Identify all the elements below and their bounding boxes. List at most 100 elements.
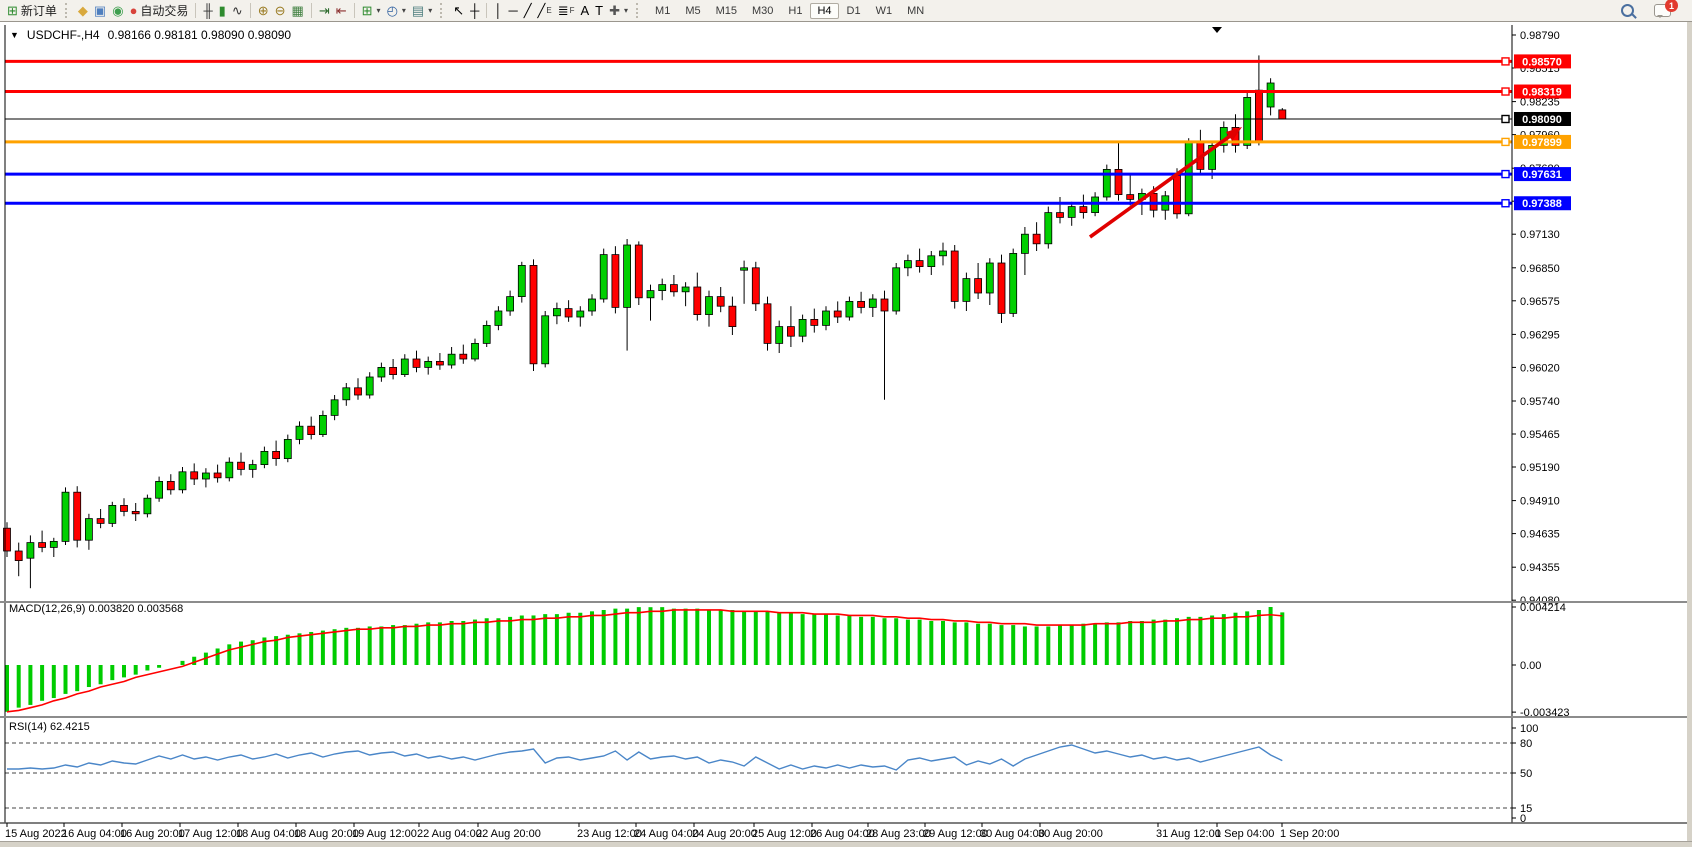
bull-candle bbox=[553, 309, 560, 316]
templates-button[interactable]: ▤▾ bbox=[409, 2, 435, 20]
channel-button[interactable]: ╱E bbox=[535, 2, 555, 20]
chevron-down-icon[interactable]: ▾ bbox=[377, 3, 381, 19]
profiles-button[interactable]: ◆ bbox=[75, 3, 91, 19]
text-button[interactable]: A bbox=[578, 3, 593, 19]
bull-candle bbox=[366, 377, 373, 395]
zoom-out-button[interactable]: ⊖ bbox=[272, 3, 289, 19]
chart-menu-arrow[interactable]: ▼ bbox=[10, 30, 19, 40]
time-tick-label: 28 Aug 23:00 bbox=[866, 828, 931, 840]
time-tick-label: 24 Aug 04:00 bbox=[634, 828, 699, 840]
fibonacci-button[interactable]: ≣F bbox=[555, 2, 578, 20]
timeframe-m1[interactable]: M1 bbox=[648, 3, 677, 19]
hline-price-label: 0.97631 bbox=[1522, 169, 1562, 181]
timeframe-w1[interactable]: W1 bbox=[869, 3, 900, 19]
bull-candle bbox=[296, 426, 303, 439]
bull-candle bbox=[495, 311, 502, 325]
zoom-in-icon: ⊕ bbox=[258, 4, 269, 18]
bull-candle bbox=[682, 287, 689, 292]
text-label-button[interactable]: T bbox=[592, 3, 606, 19]
bear-candle bbox=[74, 492, 81, 540]
timeframe-m5[interactable]: M5 bbox=[678, 3, 707, 19]
tile-windows-button[interactable]: ▦ bbox=[289, 3, 307, 19]
market-watch-button[interactable]: ▣ bbox=[91, 3, 109, 19]
periods-button[interactable]: ◴▾ bbox=[384, 2, 409, 20]
bear-candle bbox=[1255, 90, 1262, 142]
zoom-in-button[interactable]: ⊕ bbox=[255, 3, 272, 19]
chart-window[interactable]: 0.987900.985150.982350.979600.976800.974… bbox=[0, 22, 1692, 847]
toolbar-separator bbox=[354, 3, 355, 18]
timeframe-m30[interactable]: M30 bbox=[745, 3, 780, 19]
trendline-button[interactable]: ╱ bbox=[521, 3, 535, 19]
chart-shift-button[interactable]: ⇤ bbox=[333, 3, 350, 19]
timeframe-d1[interactable]: D1 bbox=[840, 3, 868, 19]
indicators-icon: ⊞ bbox=[362, 4, 373, 18]
toolbar-separator bbox=[195, 3, 196, 18]
bear-candle bbox=[717, 297, 724, 307]
text-label-icon: T bbox=[595, 4, 603, 18]
timeframe-h4[interactable]: H4 bbox=[810, 3, 838, 19]
search-icon bbox=[1621, 4, 1634, 17]
bear-candle bbox=[752, 268, 759, 304]
price-tick-label: 0.96295 bbox=[1520, 329, 1560, 341]
bull-candle bbox=[109, 505, 116, 523]
price-tick-label: 0.96020 bbox=[1520, 362, 1560, 374]
chart-shift-marker bbox=[1212, 27, 1222, 33]
bar-chart-button[interactable]: ╫ bbox=[200, 3, 215, 19]
vertical-line-icon: │ bbox=[494, 4, 502, 18]
price-chart[interactable]: 0.987900.985150.982350.979600.976800.974… bbox=[0, 22, 1692, 847]
time-tick-label: 1 Sep 04:00 bbox=[1215, 828, 1274, 840]
time-tick-label: 30 Aug 04:00 bbox=[980, 828, 1045, 840]
fibonacci-button-sub-label: F bbox=[570, 3, 575, 19]
auto-scroll-button[interactable]: ⇥ bbox=[316, 3, 333, 19]
bear-candle bbox=[121, 505, 128, 511]
chevron-down-icon[interactable]: ▾ bbox=[428, 3, 432, 19]
time-tick-label: 17 Aug 12:00 bbox=[178, 828, 243, 840]
horizontal-line-button[interactable]: ─ bbox=[505, 3, 520, 19]
candlestick-chart-button[interactable]: ▮ bbox=[216, 3, 229, 19]
search-button[interactable] bbox=[1618, 3, 1637, 18]
text-icon: A bbox=[581, 4, 590, 18]
chat-bubble-icon: 1 bbox=[1654, 4, 1671, 17]
window-right-edge bbox=[1687, 22, 1692, 847]
hline-price-label: 0.97899 bbox=[1522, 137, 1562, 149]
chart-ohlc-values: 0.98166 0.98181 0.98090 0.98090 bbox=[108, 28, 292, 42]
chevron-down-icon[interactable]: ▾ bbox=[624, 3, 628, 19]
timeframe-h1[interactable]: H1 bbox=[781, 3, 809, 19]
bear-candle bbox=[858, 301, 865, 307]
signals-icon: ◉ bbox=[112, 4, 123, 18]
line-chart-button[interactable]: ∿ bbox=[229, 3, 246, 19]
timeframe-m15[interactable]: M15 bbox=[709, 3, 744, 19]
signals-button[interactable]: ◉ bbox=[109, 3, 126, 19]
bear-candle bbox=[881, 299, 888, 311]
crosshair-button[interactable]: ┼ bbox=[467, 3, 482, 19]
price-tick-label: 0.96850 bbox=[1520, 263, 1560, 275]
bull-candle bbox=[799, 319, 806, 336]
window-bottom-edge bbox=[0, 841, 1692, 847]
chevron-down-icon[interactable]: ▾ bbox=[402, 3, 406, 19]
indicators-button[interactable]: ⊞▾ bbox=[359, 2, 384, 20]
bull-candle bbox=[179, 472, 186, 490]
autotrading-button[interactable]: ●自动交易 bbox=[127, 2, 192, 20]
market-watch-icon: ▣ bbox=[94, 4, 106, 18]
time-tick-label: 30 Aug 20:00 bbox=[1038, 828, 1103, 840]
notifications-button[interactable]: 1 bbox=[1651, 3, 1674, 18]
arrows-button[interactable]: ✚▾ bbox=[606, 2, 631, 20]
bear-candle bbox=[15, 551, 22, 561]
price-tick-label: 0.94910 bbox=[1520, 496, 1560, 508]
cursor-button[interactable]: ↖ bbox=[450, 3, 467, 19]
bull-candle bbox=[659, 285, 666, 291]
chart-title: ▼ USDCHF-,H4 0.98166 0.98181 0.98090 0.9… bbox=[10, 28, 291, 42]
bull-candle bbox=[986, 263, 993, 293]
profiles-icon: ◆ bbox=[78, 4, 88, 18]
rsi-indicator-label: RSI(14) 62.4215 bbox=[9, 721, 90, 733]
bear-candle bbox=[951, 251, 958, 301]
vertical-line-button[interactable]: │ bbox=[491, 3, 505, 19]
timeframe-mn[interactable]: MN bbox=[900, 3, 931, 19]
new-order-button[interactable]: ⊞新订单 bbox=[4, 2, 60, 20]
time-tick-label: 22 Aug 20:00 bbox=[476, 828, 541, 840]
timeframe-group: M1M5M15M30H1H4D1W1MN bbox=[648, 3, 931, 19]
bull-candle bbox=[600, 255, 607, 299]
hline-price-label: 0.98570 bbox=[1522, 56, 1562, 68]
bull-candle bbox=[846, 301, 853, 317]
bear-candle bbox=[97, 519, 104, 524]
